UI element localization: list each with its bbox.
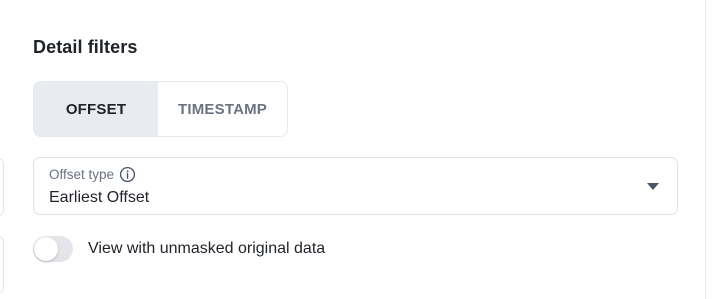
segment-offset[interactable]: OFFSET <box>34 82 158 136</box>
filter-mode-segmented-control: OFFSET TIMESTAMP <box>33 81 288 137</box>
panel-divider <box>705 0 706 299</box>
offset-type-value: Earliest Offset <box>49 189 150 206</box>
offset-type-label-row: Offset type <box>49 166 136 183</box>
detail-filters-panel: Detail filters OFFSET TIMESTAMP Offset t… <box>0 0 715 299</box>
unmasked-data-toggle-label: View with unmasked original data <box>88 240 326 257</box>
offset-type-select[interactable]: Offset type Earliest Offset <box>33 157 678 215</box>
chevron-down-icon <box>647 183 659 190</box>
unmasked-data-toggle-row: View with unmasked original data <box>33 236 325 262</box>
unmasked-data-toggle[interactable] <box>33 236 73 262</box>
section-title: Detail filters <box>33 37 138 57</box>
toggle-knob <box>34 237 58 261</box>
left-panel-field-edge <box>0 158 4 216</box>
left-panel-field-edge <box>0 236 4 294</box>
info-icon[interactable] <box>119 166 136 183</box>
offset-type-label: Offset type <box>49 167 115 182</box>
segment-timestamp[interactable]: TIMESTAMP <box>158 82 287 136</box>
